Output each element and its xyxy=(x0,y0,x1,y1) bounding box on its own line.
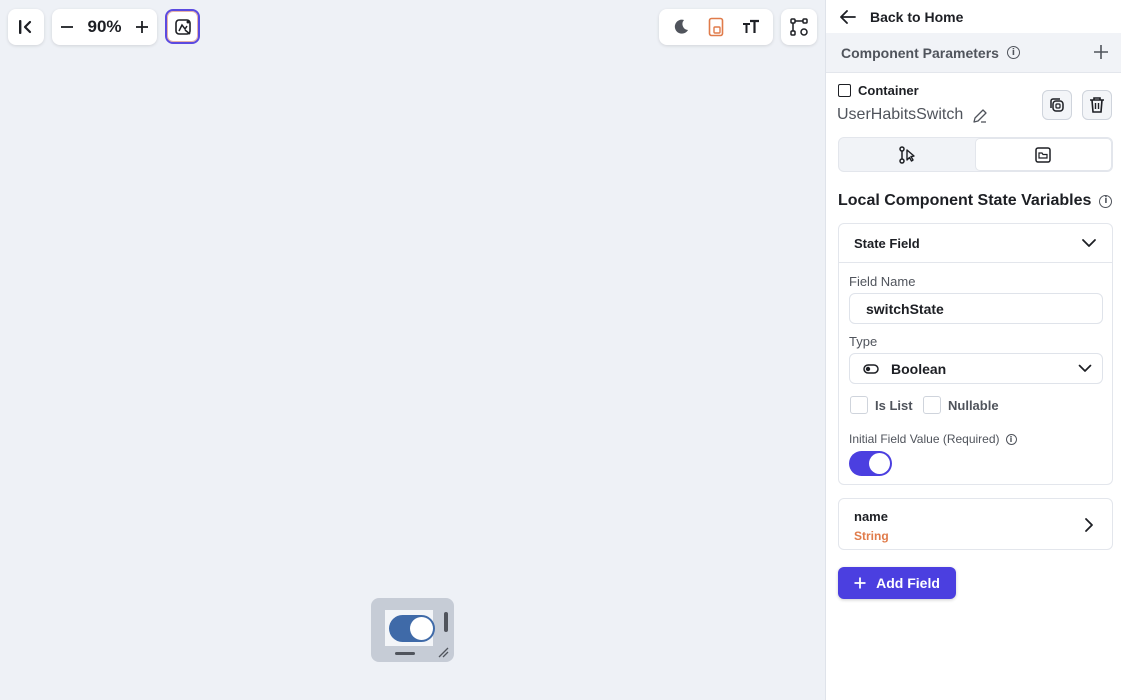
zoom-in-button[interactable] xyxy=(133,17,151,37)
section-title: Local Component State Variables i xyxy=(838,192,1113,210)
component-tree-icon xyxy=(790,18,808,36)
component-info: Container UserHabitsSwitch xyxy=(826,73,1121,135)
component-preview-thumbnail[interactable] xyxy=(371,598,454,662)
plus-icon xyxy=(854,577,866,589)
is-list-checkbox[interactable] xyxy=(850,396,868,414)
copy-icon xyxy=(1050,98,1064,112)
type-value: Boolean xyxy=(891,360,947,377)
ai-generate-button[interactable] xyxy=(165,9,200,44)
state-field-header[interactable]: State Field xyxy=(839,224,1112,263)
initial-value-toggle[interactable] xyxy=(849,451,892,476)
back-to-home-link[interactable]: Back to Home xyxy=(826,0,1121,33)
delete-button[interactable] xyxy=(1082,90,1112,120)
zoom-out-icon xyxy=(61,26,73,28)
device-preview-button[interactable] xyxy=(702,13,730,41)
info-icon[interactable]: i xyxy=(1099,194,1113,208)
state-field-card: State Field Field Name switchState Type … xyxy=(838,223,1113,485)
chevron-right-icon xyxy=(1085,518,1093,532)
view-options-toolbar xyxy=(659,9,773,45)
text-scale-icon xyxy=(743,19,760,33)
component-parameters-label: Component Parameters xyxy=(841,44,999,61)
field-name-label: Field Name xyxy=(849,274,916,289)
collapse-sidebar-icon xyxy=(19,20,32,34)
is-list-label: Is List xyxy=(875,398,913,413)
dark-mode-button[interactable] xyxy=(667,13,695,41)
toggle-type-icon xyxy=(863,363,879,374)
type-label: Type xyxy=(849,334,878,349)
dark-mode-icon xyxy=(674,19,688,34)
tab-interactions[interactable] xyxy=(839,138,975,171)
tab-state[interactable] xyxy=(974,138,1112,171)
zoom-in-icon xyxy=(136,21,148,33)
zoom-control: 90% xyxy=(52,9,157,45)
chevron-down-icon xyxy=(1078,364,1092,372)
component-parameters-header: Component Parameters i xyxy=(826,33,1121,73)
canvas-area[interactable]: 90% xyxy=(0,0,825,700)
pencil-icon xyxy=(973,109,987,123)
text-scale-button[interactable] xyxy=(737,13,765,41)
interaction-cursor-icon xyxy=(899,145,915,164)
trash-icon xyxy=(1090,97,1104,113)
zoom-out-button[interactable] xyxy=(58,17,76,37)
device-preview-icon xyxy=(708,17,724,37)
field-item-type: String xyxy=(854,529,889,543)
field-item-name[interactable]: name String xyxy=(838,498,1113,550)
edit-name-button[interactable] xyxy=(972,108,988,129)
component-type: Container xyxy=(858,83,919,98)
add-field-button[interactable]: Add Field xyxy=(838,567,956,599)
back-to-home-label: Back to Home xyxy=(870,8,964,25)
preview-bar xyxy=(395,652,415,655)
preview-scrollbar xyxy=(444,612,448,632)
field-name-input[interactable]: switchState xyxy=(849,293,1103,324)
toggle-knob xyxy=(869,453,890,474)
duplicate-button[interactable] xyxy=(1042,90,1072,120)
state-field-title: State Field xyxy=(854,235,920,251)
zoom-level: 90% xyxy=(87,17,122,36)
component-tree-button[interactable] xyxy=(781,9,817,45)
section-title-text: Local Component State Variables xyxy=(838,192,1092,209)
add-field-label: Add Field xyxy=(876,575,940,591)
state-folder-icon xyxy=(1035,146,1051,163)
info-icon[interactable]: i xyxy=(1006,46,1020,59)
chevron-down-icon xyxy=(1082,239,1096,247)
initial-value-label: Initial Field Value (Required) xyxy=(849,432,1000,446)
arrow-left-icon xyxy=(840,9,856,24)
field-item-label: name xyxy=(854,509,888,524)
panel-mode-tabs xyxy=(838,137,1113,172)
ai-sparkle-icon xyxy=(174,18,191,35)
nullable-checkbox[interactable] xyxy=(923,396,941,414)
collapse-sidebar-button[interactable] xyxy=(8,9,44,45)
component-name: UserHabitsSwitch xyxy=(837,106,964,123)
type-select[interactable]: Boolean xyxy=(849,353,1103,384)
plus-icon xyxy=(1094,44,1108,59)
initial-value-row: Initial Field Value (Required) i xyxy=(849,432,1017,446)
resize-grip-icon xyxy=(438,647,449,658)
properties-panel: Back to Home Component Parameters i Cont… xyxy=(825,0,1121,700)
preview-switch xyxy=(389,615,435,642)
container-icon xyxy=(838,84,851,97)
add-parameter-button[interactable] xyxy=(1093,41,1109,65)
nullable-label: Nullable xyxy=(948,398,999,413)
info-icon[interactable]: i xyxy=(1005,433,1017,445)
